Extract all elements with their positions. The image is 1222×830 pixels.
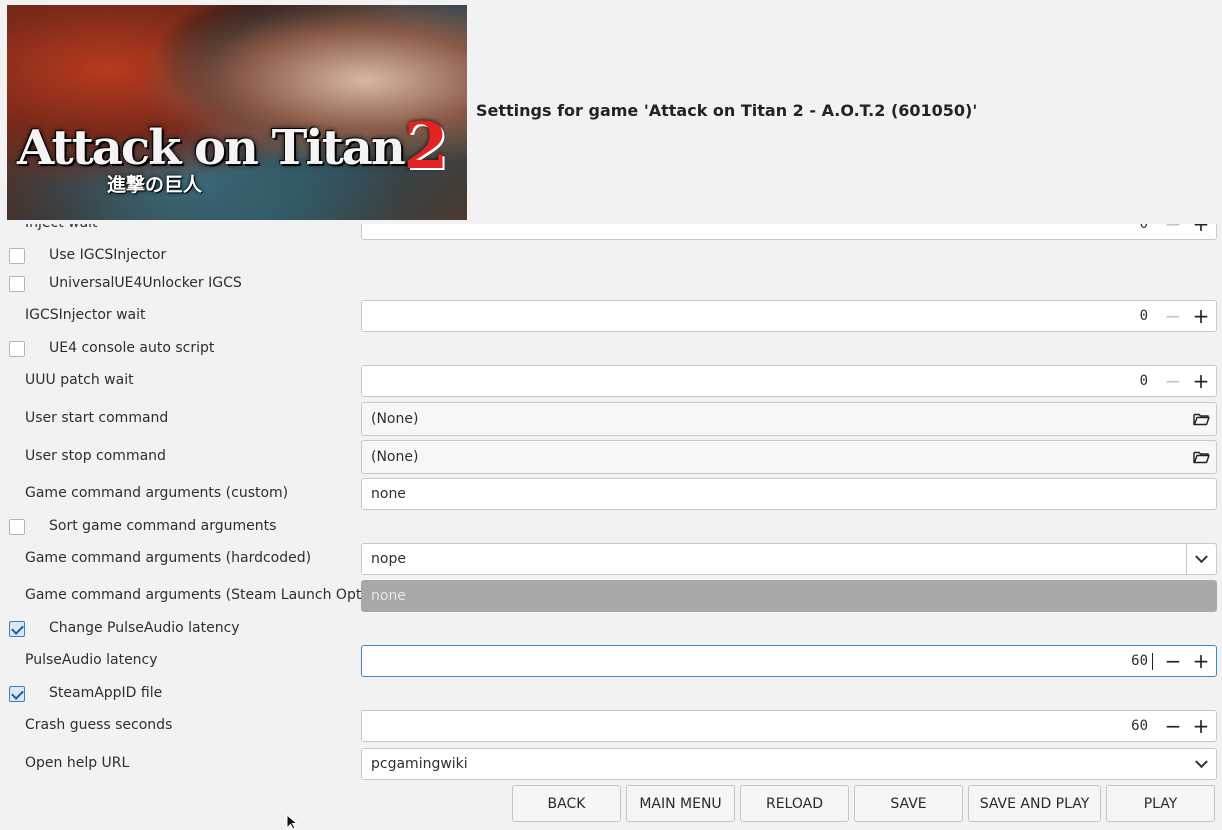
setting-row-uuu-patch-wait: UUU patch wait 0 − +: [0, 365, 1222, 397]
setting-row-open-help-url: Open help URL pcgamingwiki: [0, 748, 1222, 780]
setting-row-game-args-hardcoded: Game command arguments (hardcoded) nope: [0, 543, 1222, 575]
setting-row-change-pulseaudio-latency: Change PulseAudio latency: [0, 619, 1222, 639]
igcs-injector-wait-spinbox[interactable]: 0 − +: [361, 300, 1217, 332]
setting-row-universal-ue4-unlocker: UniversalUE4Unlocker IGCS: [0, 274, 1222, 294]
page-title-front: Settings for game 'Attack on Titan 2 - A…: [476, 101, 978, 120]
minus-icon[interactable]: −: [1163, 371, 1183, 391]
setting-row-steamappid-file: SteamAppID file: [0, 684, 1222, 704]
user-start-command-file-picker[interactable]: (None): [361, 402, 1217, 436]
pulseaudio-latency-label: PulseAudio latency: [25, 652, 158, 668]
minus-icon[interactable]: −: [1163, 651, 1183, 671]
pulseaudio-latency-spinbox[interactable]: 60 − +: [361, 645, 1217, 677]
pulseaudio-latency-value: 60: [1131, 653, 1148, 669]
universal-ue4-unlocker-checkbox[interactable]: [9, 276, 25, 292]
setting-row-user-start-command: User start command (None): [0, 402, 1222, 436]
setting-row-ue4-console-auto-script: UE4 console auto script: [0, 339, 1222, 359]
user-start-command-value: (None): [371, 411, 419, 427]
setting-row-use-igcs-injector: Use IGCSInjector: [0, 246, 1222, 266]
open-help-url-label: Open help URL: [25, 755, 130, 771]
user-start-command-label: User start command: [25, 410, 169, 426]
game-args-hardcoded-label: Game command arguments (hardcoded): [25, 550, 312, 566]
chevron-down-icon[interactable]: [1195, 755, 1208, 769]
igcs-injector-wait-label: IGCSInjector wait: [25, 307, 146, 323]
setting-row-game-args-steam: Game command arguments (Steam Launch Opt…: [0, 580, 1222, 612]
folder-open-icon[interactable]: [1193, 412, 1210, 426]
use-igcs-injector-label[interactable]: Use IGCSInjector: [49, 247, 166, 263]
save-and-play-button[interactable]: SAVE AND PLAY: [968, 785, 1101, 822]
back-button[interactable]: BACK: [512, 785, 621, 822]
change-pulseaudio-latency-checkbox[interactable]: [9, 621, 25, 637]
save-button[interactable]: SAVE: [854, 785, 963, 822]
user-stop-command-value: (None): [371, 449, 419, 465]
chevron-down-icon[interactable]: [1195, 550, 1208, 564]
universal-ue4-unlocker-label[interactable]: UniversalUE4Unlocker IGCS: [49, 275, 242, 291]
minus-icon[interactable]: −: [1163, 306, 1183, 326]
main-menu-button[interactable]: MAIN MENU: [626, 785, 735, 822]
change-pulseaudio-latency-label[interactable]: Change PulseAudio latency: [49, 620, 240, 636]
game-args-hardcoded-combobox[interactable]: nope: [361, 543, 1217, 575]
crash-guess-seconds-spinbox[interactable]: 60 − +: [361, 710, 1217, 742]
uuu-patch-wait-value: 0: [1139, 373, 1148, 389]
sort-game-args-checkbox[interactable]: [9, 519, 25, 535]
game-args-custom-label: Game command arguments (custom): [25, 485, 289, 501]
user-stop-command-label: User stop command: [25, 448, 166, 464]
reload-button[interactable]: RELOAD: [740, 785, 849, 822]
game-args-custom-value: none: [371, 486, 406, 502]
text-caret: [1152, 653, 1153, 670]
banner-logo-front: Attack on Titan2: [17, 109, 448, 184]
plus-icon[interactable]: +: [1191, 651, 1211, 671]
ue4-console-auto-script-label[interactable]: UE4 console auto script: [49, 340, 214, 356]
use-igcs-injector-checkbox[interactable]: [9, 248, 25, 264]
setting-row-game-args-custom: Game command arguments (custom) none: [0, 478, 1222, 510]
steamappid-file-label[interactable]: SteamAppID file: [49, 685, 162, 701]
open-help-url-value: pcgamingwiki: [371, 756, 468, 772]
crash-guess-seconds-label: Crash guess seconds: [25, 717, 173, 733]
setting-row-pulseaudio-latency: PulseAudio latency 60 − +: [0, 645, 1222, 677]
game-args-hardcoded-value: nope: [371, 551, 406, 567]
plus-icon[interactable]: +: [1191, 371, 1211, 391]
crash-guess-seconds-value: 60: [1131, 718, 1148, 734]
open-help-url-combobox[interactable]: pcgamingwiki: [361, 748, 1217, 780]
setting-row-sort-game-args: Sort game command arguments: [0, 517, 1222, 537]
steamappid-file-checkbox[interactable]: [9, 686, 25, 702]
combo-divider: [1186, 544, 1187, 574]
game-banner-image-front: Attack on Titan2 進撃の巨人: [7, 5, 467, 220]
uuu-patch-wait-label: UUU patch wait: [25, 372, 134, 388]
plus-icon[interactable]: +: [1191, 716, 1211, 736]
setting-row-igcs-injector-wait: IGCSInjector wait 0 − +: [0, 300, 1222, 332]
mouse-cursor-icon: [286, 814, 299, 830]
game-args-steam-input: none: [361, 580, 1217, 612]
uuu-patch-wait-spinbox[interactable]: 0 − +: [361, 365, 1217, 397]
igcs-injector-wait-value: 0: [1139, 308, 1148, 324]
plus-icon[interactable]: +: [1191, 306, 1211, 326]
play-button[interactable]: PLAY: [1106, 785, 1215, 822]
folder-open-icon[interactable]: [1193, 450, 1210, 464]
setting-row-crash-guess-seconds: Crash guess seconds 60 − +: [0, 710, 1222, 742]
banner-logo-subtitle-front: 進撃の巨人: [107, 174, 203, 196]
sort-game-args-label[interactable]: Sort game command arguments: [49, 518, 276, 534]
game-args-custom-input[interactable]: none: [361, 478, 1217, 510]
minus-icon[interactable]: −: [1163, 716, 1183, 736]
game-args-steam-label: Game command arguments (Steam Launch Opt…: [25, 587, 389, 603]
user-stop-command-file-picker[interactable]: (None): [361, 440, 1217, 474]
ue4-console-auto-script-checkbox[interactable]: [9, 341, 25, 357]
setting-row-user-stop-command: User stop command (None): [0, 440, 1222, 474]
game-args-steam-value: none: [371, 588, 406, 604]
